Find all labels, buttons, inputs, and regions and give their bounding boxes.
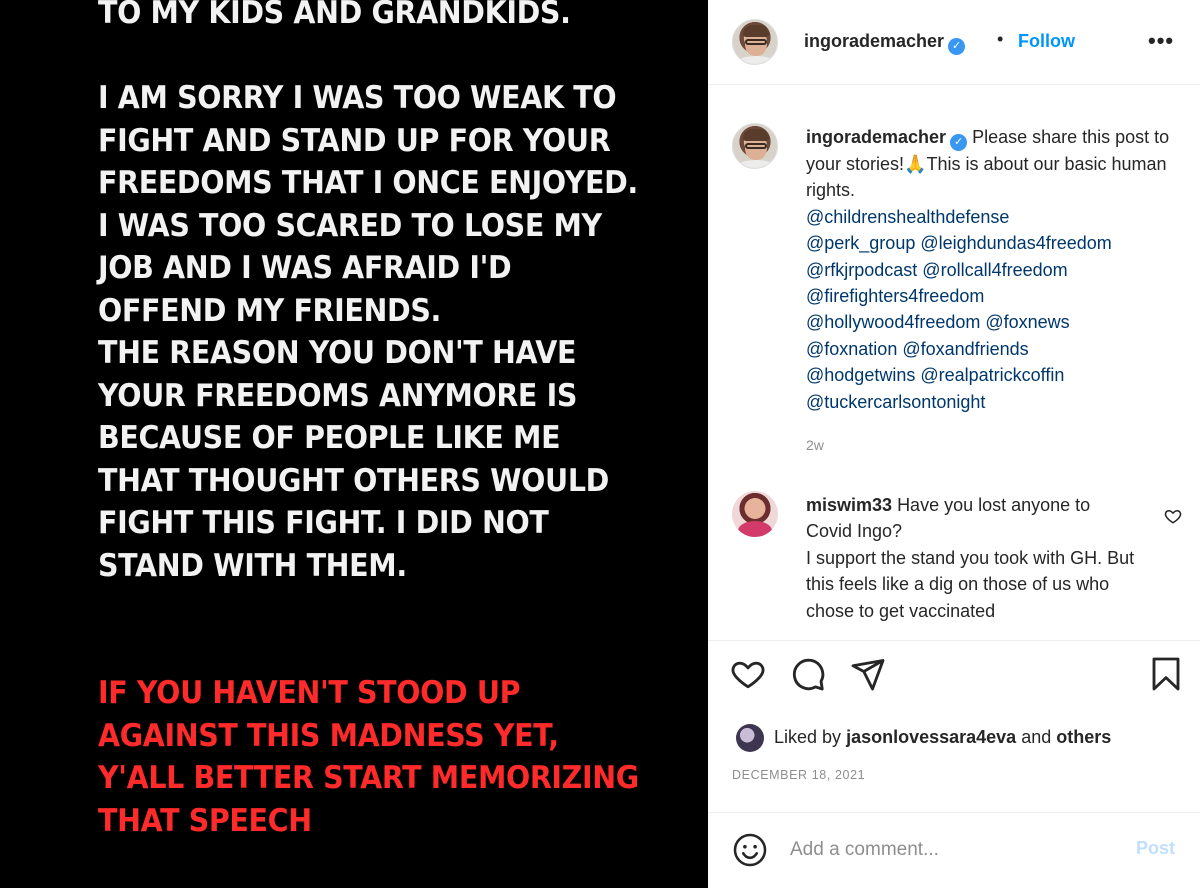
mention-line[interactable]: @hollywood4freedom @foxnews (806, 309, 1186, 335)
post-date[interactable]: DECEMBER 18, 2021 (732, 768, 865, 782)
mention-line[interactable]: @tuckercarlsontonight (806, 389, 1186, 415)
commenter-avatar[interactable] (732, 491, 778, 537)
post-text-gap (98, 587, 650, 630)
post-text-gap (98, 35, 650, 78)
caption-username[interactable]: ingorademacher ✓ (806, 127, 968, 151)
bookmark-icon[interactable] (1148, 656, 1184, 692)
post-side-panel: ingorademacher ✓ • Follow ••• ingorademac… (708, 0, 1200, 888)
post-actions (708, 656, 1200, 704)
emoji-icon[interactable] (732, 832, 768, 868)
post-comment-button[interactable]: Post (1136, 838, 1175, 859)
caption-timestamp[interactable]: 2w (806, 437, 824, 453)
post-text-line: THAT THOUGHT OTHERS WOULD (98, 462, 609, 499)
comment-text: miswim33 Have you lost anyone to Covid I… (806, 492, 1136, 624)
post-text-line: FIGHT AND STAND UP FOR YOUR (98, 122, 611, 159)
post-image: TO MY KIDS AND GRANDKIDS. I AM SORRY I WA… (0, 0, 708, 888)
caption-avatar[interactable] (732, 123, 778, 169)
post-text-line: THE REASON YOU DON'T HAVE (98, 335, 577, 371)
comment-like-heart-icon[interactable] (1164, 507, 1182, 525)
post-text-line: I WAS TOO SCARED TO LOSE MY (98, 207, 602, 244)
post-text-line: AGAINST THIS MADNESS YET, (98, 717, 559, 754)
post-text-line: OFFEND MY FRIENDS. (98, 292, 441, 329)
author-avatar[interactable] (732, 19, 778, 65)
mention-line[interactable]: @perk_group @leighdundas4freedom (806, 230, 1186, 256)
likes-summary: Liked by jasonlovessara4eva and others (732, 722, 1192, 752)
post-text-line: STAND WITH THEM. (98, 547, 407, 584)
caption-mentions: @childrenshealthdefense @perk_group @leig… (806, 204, 1186, 415)
follow-button[interactable]: Follow (1018, 31, 1075, 52)
caption-text: ingorademacher ✓ Please share this post t… (806, 124, 1186, 415)
post-text-line: I AM SORRY I WAS TOO WEAK TO (98, 80, 617, 116)
post-header: ingorademacher ✓ • Follow ••• (708, 0, 1200, 84)
comment-bubble-icon[interactable] (790, 656, 826, 692)
post-text-line: YOUR FREEDOMS ANYMORE IS (98, 377, 578, 414)
post-text-line: FIGHT THIS FIGHT. I DID NOT (98, 505, 549, 541)
post-text-line: JOB AND I WAS AFRAID I'D (98, 250, 512, 286)
post-text-line: Y'ALL BETTER START MEMORIZING (98, 760, 639, 796)
add-comment-bar: Post (708, 812, 1200, 888)
mention-line[interactable]: @hodgetwins @realpatrickcoffin (806, 362, 1186, 388)
separator-dot: • (997, 29, 1004, 49)
comment-body-continued: I support the stand you took with GH. Bu… (806, 547, 1135, 621)
more-options-icon[interactable]: ••• (1148, 28, 1174, 54)
verified-badge-icon: ✓ (950, 134, 968, 151)
post-text-line: THAT SPEECH (98, 802, 312, 839)
likes-others-link[interactable]: others (1056, 727, 1111, 747)
mention-line[interactable]: @rfkjrpodcast @rollcall4freedom (806, 257, 1186, 283)
commenter-username[interactable]: miswim33 (806, 495, 892, 515)
paper-plane-icon[interactable] (850, 656, 886, 692)
liker-username[interactable]: jasonlovessara4eva (846, 727, 1016, 747)
post-text-gap (98, 630, 650, 673)
post-text-line: FREEDOMS THAT I ONCE ENJOYED. (98, 165, 638, 201)
post-image-text: TO MY KIDS AND GRANDKIDS. I AM SORRY I WA… (98, 0, 650, 842)
likes-text: Liked by jasonlovessara4eva and others (774, 727, 1112, 747)
post-text-line: IF YOU HAVEN'T STOOD UP (98, 675, 521, 711)
post-text-line: TO MY KIDS AND GRANDKIDS. (98, 0, 571, 31)
author-username[interactable]: ingorademacher ✓ (804, 31, 966, 55)
mention-line[interactable]: @foxnation @foxandfriends (806, 336, 1186, 362)
verified-badge-icon: ✓ (948, 38, 966, 55)
mention-line[interactable]: @firefighters4freedom (806, 283, 1186, 309)
heart-icon[interactable] (730, 656, 766, 692)
comment-input[interactable] (790, 832, 1120, 868)
post-text-line: BECAUSE OF PEOPLE LIKE ME (98, 420, 561, 456)
mention-line[interactable]: @childrenshealthdefense (806, 204, 1186, 230)
actions-divider (708, 640, 1200, 641)
comments-section[interactable]: ingorademacher ✓ Please share this post t… (708, 85, 1200, 635)
liker-avatar[interactable] (736, 724, 764, 752)
